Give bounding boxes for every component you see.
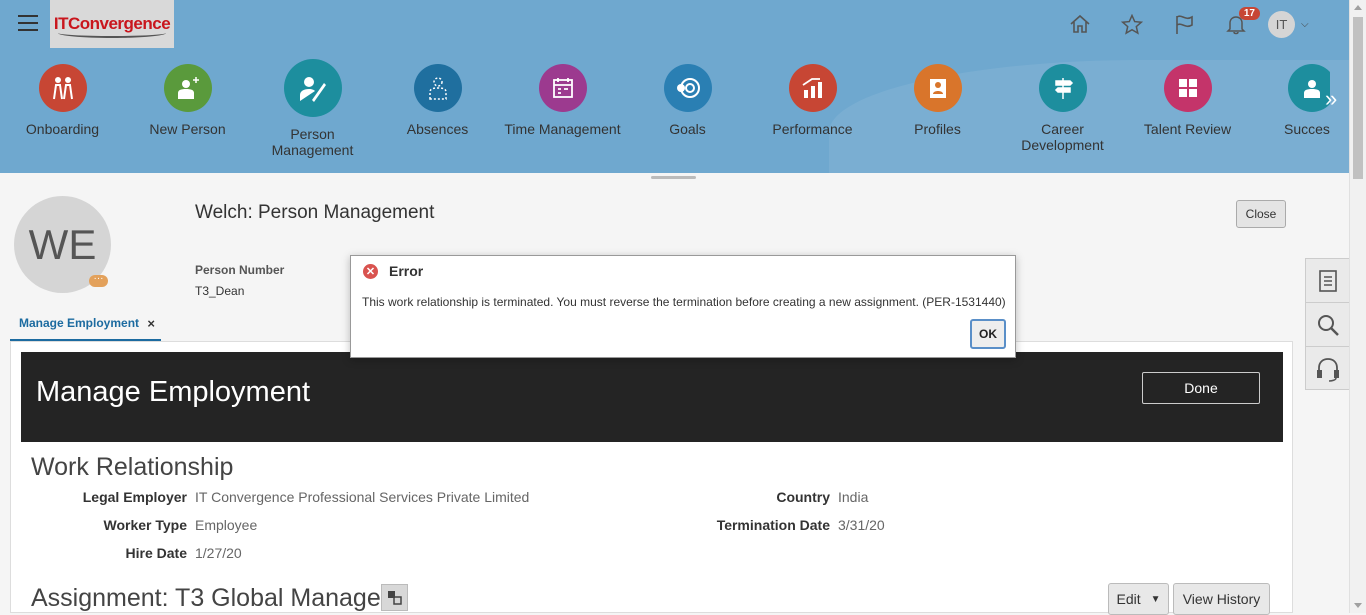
goals-icon [663,64,712,112]
springboard-next-icon[interactable]: » [1325,86,1337,112]
absences-icon [413,64,462,112]
edit-label: Edit [1116,591,1141,607]
page-title: Welch: Person Management [195,202,435,223]
new-person-icon [163,64,212,112]
dialog-message: This work relationship is terminated. Yo… [362,295,1006,309]
person-number-label: Person Number [195,263,285,277]
app-goals[interactable]: Goals [625,58,750,137]
app-talent-review[interactable]: Talent Review [1125,58,1250,137]
user-avatar: IT [1268,10,1295,38]
termination-date-label: Termination Date [716,517,830,533]
performance-icon [788,64,837,112]
user-menu[interactable]: IT ⌵ [1268,10,1309,38]
hire-date-value: 1/27/20 [195,545,242,561]
springboard: Onboarding New Person Person Management … [0,58,1330,168]
chevron-down-icon: ⌵ [1301,18,1309,30]
app-new-person[interactable]: New Person [125,58,250,137]
tab-manage-employment[interactable]: Manage Employment × [10,311,161,342]
dialog-title: Error [389,263,424,279]
app-onboarding[interactable]: Onboarding [0,58,125,137]
app-label: Time Management [504,121,621,137]
onboarding-icon [38,64,87,112]
manage-employment-title: Manage Employment [36,376,311,408]
termination-date-value: 3/31/20 [838,517,885,533]
app-label: Profiles [914,121,961,137]
app-label: Goals [669,121,706,137]
ok-button[interactable]: OK [970,319,1006,349]
scroll-up-icon[interactable] [1354,5,1362,10]
app-career-development[interactable]: Career Development [1000,58,1125,153]
talent-review-icon [1163,64,1212,112]
close-button[interactable]: Close [1236,200,1286,228]
country-label: Country [776,489,830,505]
app-absences[interactable]: Absences [375,58,500,137]
close-tab-icon[interactable]: × [147,316,155,331]
profiles-icon [913,64,962,112]
global-toolbar: 17 IT ⌵ [1064,7,1309,38]
logo-swoosh [58,28,166,38]
home-icon[interactable] [1064,10,1096,38]
notification-count-badge: 17 [1238,7,1260,20]
search-icon[interactable] [1306,303,1349,347]
person-management-icon [283,59,342,117]
scroll-thumb[interactable] [1353,17,1363,179]
flag-icon[interactable] [1168,10,1200,38]
tab-label: Manage Employment [19,316,140,330]
springboard-collapse-handle[interactable] [651,176,696,179]
scroll-down-icon[interactable] [1354,603,1362,608]
worker-type-label: Worker Type [103,517,187,533]
tasks-list-icon[interactable] [1306,259,1349,303]
app-person-management[interactable]: Person Management [250,58,375,158]
notifications-bell-icon[interactable]: 17 [1220,7,1260,38]
assignment-title: Assignment: T3 Global Manager [31,584,390,612]
legal-employer-label: Legal Employer [82,489,187,505]
app-label: Performance [772,121,853,137]
caret-down-icon: ▼ [1150,593,1161,605]
legal-employer-value: IT Convergence Professional Services Pri… [195,489,530,505]
app-succession[interactable]: Success [1250,58,1330,137]
favorites-star-icon[interactable] [1116,10,1148,38]
app-label: Success [1284,121,1330,137]
app-performance[interactable]: Performance [750,58,875,137]
app-label: New Person [149,121,226,137]
manage-employment-header: Manage Employment Done [21,352,1283,442]
app-label: Talent Review [1143,121,1232,137]
edit-menu-button[interactable]: Edit ▼ [1108,583,1169,615]
app-label: Person Management [271,126,354,158]
work-relationship-title: Work Relationship [31,453,234,481]
hire-date-label: Hire Date [125,545,187,561]
error-dialog: ✕ Error This work relationship is termin… [350,255,1016,358]
succession-icon [1288,64,1330,112]
vertical-scrollbar[interactable] [1349,0,1366,613]
country-value: India [838,489,869,505]
view-history-button[interactable]: View History [1173,583,1270,615]
global-header: ITConvergence 17 IT ⌵ Onboarding New Per… [0,0,1349,173]
career-development-icon [1038,64,1087,112]
done-button[interactable]: Done [1142,372,1260,404]
person-number-value: T3_Dean [195,284,245,298]
side-panel-toolbar [1305,258,1349,390]
app-label: Career Development [1021,121,1104,153]
error-icon: ✕ [363,264,378,279]
company-logo[interactable]: ITConvergence [50,0,174,48]
app-label: Onboarding [25,121,100,137]
app-label: Absences [406,121,469,137]
worker-type-value: Employee [195,517,258,533]
navigator-menu-icon[interactable] [18,15,38,31]
more-actions-icon[interactable]: ··· [89,274,108,287]
time-management-icon [538,64,587,112]
app-profiles[interactable]: Profiles [875,58,1000,137]
assignment-switch-icon[interactable] [381,584,408,611]
app-time-management[interactable]: Time Management [500,58,625,137]
help-headset-icon[interactable] [1306,347,1349,391]
